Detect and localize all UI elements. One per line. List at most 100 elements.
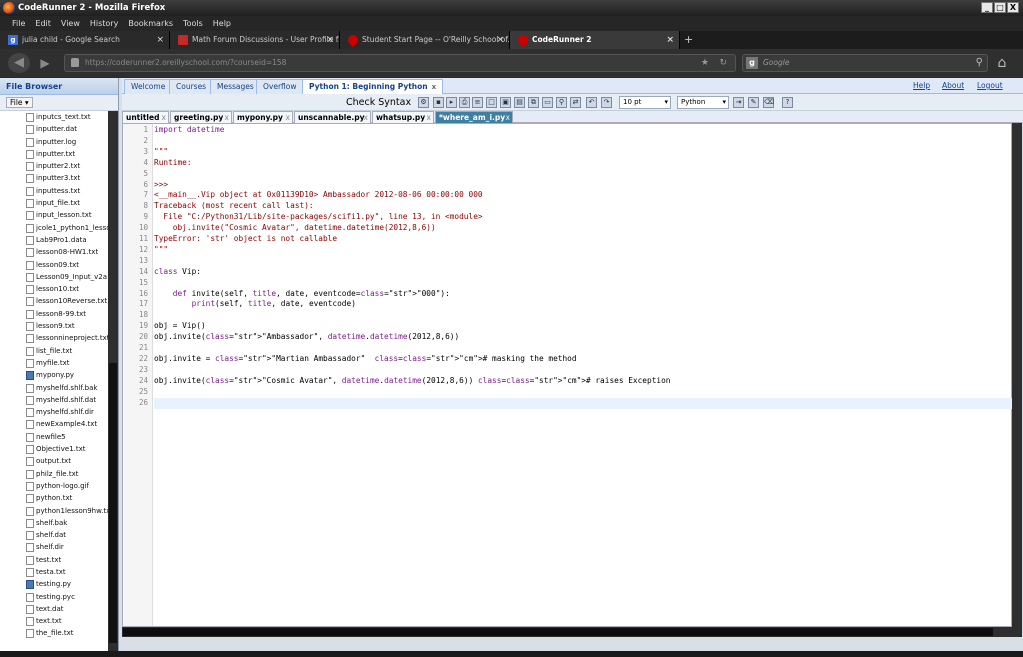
menu-tools[interactable]: Tools xyxy=(183,16,203,31)
database-icon[interactable]: ≡ xyxy=(472,97,483,108)
forward-button[interactable]: ▶ xyxy=(36,56,54,70)
browser-tab-mathforum[interactable]: Math Forum Discussions - User Profile f.… xyxy=(170,31,340,49)
file-list-item[interactable]: jcole1_python1_lesso xyxy=(0,222,108,234)
file-list-item[interactable]: output.txt xyxy=(0,455,108,467)
tab-courses[interactable]: Courses xyxy=(169,79,214,94)
file-list-item[interactable]: testing.py xyxy=(0,578,108,590)
file-menu-button[interactable]: File ▾ xyxy=(6,97,33,108)
find-icon[interactable]: ⚲ xyxy=(556,97,567,108)
file-list-scrollbar[interactable] xyxy=(108,111,118,651)
file-list-item[interactable]: shelf.dat xyxy=(0,529,108,541)
indent-icon[interactable]: ⇥ xyxy=(733,97,744,108)
file-list-item[interactable]: lesson10.txt xyxy=(0,283,108,295)
file-list-item[interactable]: myshelfd.shlf.dat xyxy=(0,394,108,406)
tab-python1[interactable]: Python 1: Beginning Python x xyxy=(302,79,444,94)
redo-icon[interactable]: ↷ xyxy=(601,97,612,108)
url-bar[interactable]: https://coderunner2.oreillyschool.com/?c… xyxy=(64,54,736,72)
file-list-item[interactable]: lesson9.txt xyxy=(0,320,108,332)
file-list-item[interactable]: lessonnineproject.txt xyxy=(0,332,108,344)
file-tab-unscannable[interactable]: unscannable.py x xyxy=(294,111,371,123)
file-tab-where-am-i[interactable]: *where_am_i.py x xyxy=(435,111,513,123)
file-list-item[interactable]: philz_file.txt xyxy=(0,468,108,480)
help-icon[interactable]: ? xyxy=(782,97,793,108)
file-list-item[interactable]: Lesson09_Input_v2a xyxy=(0,271,108,283)
file-list-item[interactable]: python-logo.gif xyxy=(0,480,108,492)
file-tab-greeting[interactable]: greeting.py x xyxy=(170,111,232,123)
new-file-icon[interactable]: □ xyxy=(486,97,497,108)
file-list-item[interactable]: input_file.txt xyxy=(0,197,108,209)
menu-edit[interactable]: Edit xyxy=(35,16,51,31)
replace-icon[interactable]: ⇄ xyxy=(570,97,581,108)
file-list-item[interactable]: inputter.dat xyxy=(0,123,108,135)
browser-tab-google[interactable]: g julia child - Google Search × xyxy=(0,31,170,49)
browser-tab-student-start[interactable]: Student Start Page -- O'Reilly School of… xyxy=(340,31,510,49)
file-list-item[interactable]: inputcs_text.txt xyxy=(0,111,108,123)
file-list-item[interactable]: test.txt xyxy=(0,554,108,566)
file-list-item[interactable]: myfile.txt xyxy=(0,357,108,369)
close-tab-icon[interactable]: × xyxy=(496,31,504,49)
logout-link[interactable]: Logout xyxy=(977,81,1003,90)
tab-overflow[interactable]: Overflow xyxy=(256,79,304,94)
file-list-item[interactable]: lesson09.txt xyxy=(0,259,108,271)
maximize-button[interactable]: □ xyxy=(994,2,1006,13)
tab-welcome[interactable]: Welcome xyxy=(124,79,173,94)
copy-icon[interactable]: ⧉ xyxy=(528,97,539,108)
code-editor[interactable]: 1 2 3 4 5 6 7 8 9 10 11 12 13 14 15 16 17 18 19 20 21 22 23 24 2… xyxy=(122,123,1012,627)
print-icon[interactable]: ⎙ xyxy=(459,97,470,108)
save-as-icon[interactable]: ▤ xyxy=(514,97,525,108)
file-list-item[interactable]: text.dat xyxy=(0,603,108,615)
menu-bookmarks[interactable]: Bookmarks xyxy=(128,16,173,31)
menu-file[interactable]: File xyxy=(12,16,25,31)
new-tab-button[interactable]: + xyxy=(680,31,693,49)
file-tab-mypony[interactable]: mypony.py x xyxy=(233,111,293,123)
bookmark-star-icon[interactable]: ★ xyxy=(701,55,709,71)
file-list-item[interactable]: myshelfd.shlf.dir xyxy=(0,406,108,418)
file-list-item[interactable]: lesson8-99.txt xyxy=(0,308,108,320)
file-list-item[interactable]: python.txt xyxy=(0,492,108,504)
close-icon[interactable]: x xyxy=(225,112,229,123)
open-folder-icon[interactable]: ▭ xyxy=(542,97,553,108)
menu-history[interactable]: History xyxy=(90,16,118,31)
file-list-item[interactable]: mypony.py xyxy=(0,369,108,381)
file-list-item[interactable]: inputtess.txt xyxy=(0,185,108,197)
file-list-item[interactable]: input_lesson.txt xyxy=(0,209,108,221)
editor-vertical-scrollbar[interactable] xyxy=(1012,123,1022,637)
check-syntax-button[interactable]: Check Syntax xyxy=(346,94,411,111)
reload-icon[interactable]: ↻ xyxy=(719,55,727,71)
save-icon[interactable]: ▣ xyxy=(500,97,511,108)
close-icon[interactable]: x xyxy=(162,112,166,123)
font-size-select[interactable]: 10 pt ▾ xyxy=(619,96,671,109)
close-window-button[interactable]: X xyxy=(1007,2,1019,13)
home-button[interactable]: ⌂ xyxy=(993,54,1011,72)
file-list-item[interactable]: testing.pyc xyxy=(0,591,108,603)
file-list-item[interactable]: tst.txt xyxy=(0,640,108,641)
terminal-icon[interactable]: ▪ xyxy=(433,97,444,108)
file-tab-whatsup[interactable]: whatsup.py x xyxy=(372,111,434,123)
scrollbar-thumb[interactable] xyxy=(109,363,117,643)
close-tab-icon[interactable]: × xyxy=(156,31,164,49)
search-bar[interactable]: g Google ⚲ xyxy=(742,54,988,72)
browser-tab-coderunner[interactable]: CodeRunner 2 × xyxy=(510,31,680,49)
file-list-item[interactable]: text.txt xyxy=(0,615,108,627)
file-list-item[interactable]: shelf.bak xyxy=(0,517,108,529)
file-list-item[interactable]: testa.txt xyxy=(0,566,108,578)
file-tab-untitled[interactable]: untitled x xyxy=(122,111,169,123)
file-list-item[interactable]: inputter2.txt xyxy=(0,160,108,172)
close-icon[interactable]: x xyxy=(286,112,290,123)
search-icon[interactable]: ⚲ xyxy=(976,55,983,71)
gear-icon[interactable]: ⚙ xyxy=(418,97,429,108)
file-list-item[interactable]: myshelfd.shlf.bak xyxy=(0,382,108,394)
file-list-item[interactable]: inputter3.txt xyxy=(0,172,108,184)
run-icon[interactable]: ▸ xyxy=(446,97,457,108)
close-tab-icon[interactable]: × xyxy=(666,31,674,49)
about-link[interactable]: About xyxy=(942,81,964,90)
file-list-item[interactable]: newfile5 xyxy=(0,431,108,443)
file-list-item[interactable]: python1lesson9hw.tx xyxy=(0,505,108,517)
close-tab-icon[interactable]: x xyxy=(432,83,437,91)
file-list-item[interactable]: Lab9Pro1.data xyxy=(0,234,108,246)
close-icon[interactable]: x xyxy=(364,112,368,123)
undo-icon[interactable]: ↶ xyxy=(586,97,597,108)
close-icon[interactable]: x xyxy=(506,112,510,123)
file-list-item[interactable]: shelf.dir xyxy=(0,541,108,553)
minimize-button[interactable]: _ xyxy=(981,2,993,13)
